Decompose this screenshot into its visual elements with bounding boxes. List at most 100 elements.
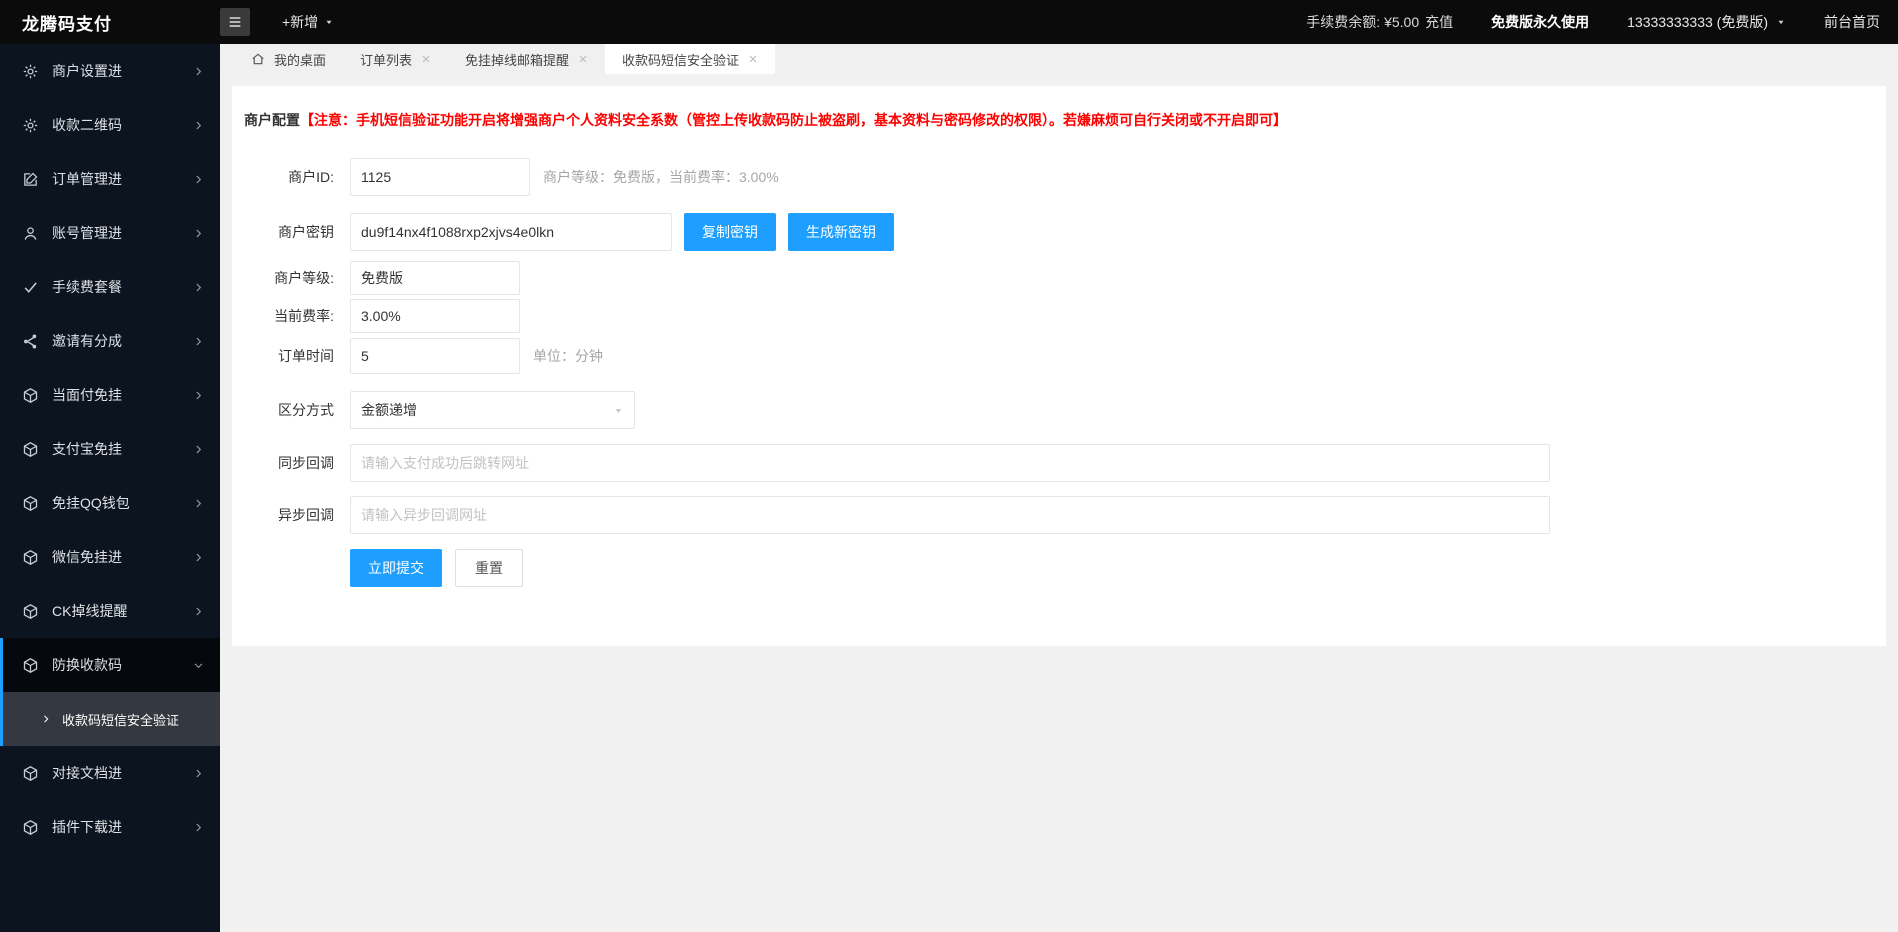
merchant-id-label: 商户ID: (288, 169, 334, 185)
merchant-key-label: 商户密钥 (278, 224, 334, 240)
distinguish-mode-value: 金额递增 (361, 402, 417, 418)
sidebar-item-1[interactable]: 收款二维码 (0, 98, 220, 152)
sidebar-item-9[interactable]: 微信免挂进 (0, 530, 220, 584)
gear-icon (22, 63, 39, 80)
tab-2[interactable]: 免挂掉线邮箱提醒 (448, 44, 605, 74)
sidebar-item-0[interactable]: 商户设置进 (0, 44, 220, 98)
sidebar-item-label: 账号管理进 (52, 225, 122, 241)
tab-0[interactable]: 我的桌面 (234, 44, 343, 74)
sidebar-item-label: 当面付免挂 (52, 387, 122, 403)
chevron-right-icon (193, 822, 204, 833)
sidebar-item-13[interactable]: 插件下载进 (0, 800, 220, 854)
main-content: 商户配置【注意：手机短信验证功能开启将增强商户个人资料安全系数（管控上传收款码防… (220, 74, 1898, 932)
distinguish-mode-select[interactable]: 金额递增 (350, 391, 635, 429)
sidebar-item-5[interactable]: 邀请有分成 (0, 314, 220, 368)
plan-badge[interactable]: 免费版永久使用 (1491, 12, 1589, 32)
sidebar-subitem-label: 收款码短信安全验证 (62, 712, 180, 728)
sidebar-item-7[interactable]: 支付宝免挂 (0, 422, 220, 476)
merchant-level-label: 商户等级: (274, 270, 334, 286)
cube-icon (22, 495, 39, 512)
recharge-link[interactable]: 充值 (1425, 12, 1453, 32)
sidebar-item-label: 商户设置进 (52, 63, 122, 79)
user-icon (22, 225, 39, 242)
sidebar-item-label: 插件下载进 (52, 819, 122, 835)
sync-callback-row: 同步回调 (232, 444, 1886, 482)
topbar-right: 手续费余额: ¥5.00 充值 免费版永久使用 13333333333 (免费版… (1306, 12, 1898, 32)
merchant-key-input[interactable] (350, 213, 672, 251)
app-logo: 龙腾码支付 (22, 14, 112, 34)
sidebar-item-8[interactable]: 免挂QQ钱包 (0, 476, 220, 530)
sidebar-item-6[interactable]: 当面付免挂 (0, 368, 220, 422)
sidebar-item-10[interactable]: CK掉线提醒 (0, 584, 220, 638)
add-new-dropdown[interactable]: +新增 (282, 12, 334, 32)
chevron-right-icon (193, 444, 204, 455)
order-time-label: 订单时间 (278, 348, 334, 364)
sidebar-item-label: 防换收款码 (52, 657, 122, 673)
async-callback-label: 异步回调 (278, 507, 334, 523)
select-caret-icon (613, 405, 624, 416)
distinguish-mode-row: 区分方式 金额递增 (232, 391, 1886, 429)
cube-icon (22, 819, 39, 836)
notice-warning: 【注意：手机短信验证功能开启将增强商户个人资料安全系数（管控上传收款码防止被盗刷… (300, 112, 1287, 128)
home-icon (251, 52, 265, 66)
edit-icon (22, 171, 39, 188)
tab-label: 收款码短信安全验证 (622, 52, 740, 68)
sidebar-subitem[interactable]: 收款码短信安全验证 (0, 692, 220, 746)
form-card: 商户配置【注意：手机短信验证功能开启将增强商户个人资料安全系数（管控上传收款码防… (232, 86, 1886, 646)
chevron-right-icon (193, 336, 204, 347)
caret-down-icon (324, 17, 334, 27)
reset-button[interactable]: 重置 (455, 549, 523, 587)
chevron-right-icon (193, 768, 204, 779)
chevron-right-icon (193, 282, 204, 293)
sidebar-item-label: 邀请有分成 (52, 333, 122, 349)
submit-button[interactable]: 立即提交 (350, 549, 442, 587)
close-icon[interactable] (421, 54, 431, 64)
sidebar-menu: 商户设置进 收款二维码 订单管理进 账号管理进 手续费套餐 邀请有分成 当面付免… (0, 44, 220, 854)
share-icon (22, 333, 39, 350)
sidebar-item-11[interactable]: 防换收款码 (0, 638, 220, 692)
sidebar-item-2[interactable]: 订单管理进 (0, 152, 220, 206)
sidebar-item-label: 收款二维码 (52, 117, 122, 133)
close-icon[interactable] (748, 54, 758, 64)
chevron-right-icon (193, 552, 204, 563)
close-icon[interactable] (578, 54, 588, 64)
chevron-right-icon (193, 606, 204, 617)
order-time-input[interactable] (350, 338, 520, 374)
merchant-id-row: 商户ID: 商户等级：免费版，当前费率：3.00% (232, 158, 1886, 196)
sidebar-item-4[interactable]: 手续费套餐 (0, 260, 220, 314)
sync-callback-label: 同步回调 (278, 455, 334, 471)
tab-3[interactable]: 收款码短信安全验证 (605, 44, 776, 74)
sidebar-item-3[interactable]: 账号管理进 (0, 206, 220, 260)
sidebar-item-12[interactable]: 对接文档进 (0, 746, 220, 800)
current-rate-row: 当前费率: (232, 299, 1886, 333)
merchant-id-input[interactable] (350, 158, 530, 196)
order-time-row: 订单时间 单位：分钟 (232, 338, 1886, 374)
menu-icon (227, 14, 243, 30)
gear-icon (22, 117, 39, 134)
tab-label: 订单列表 (360, 52, 413, 68)
check-icon (22, 279, 39, 296)
account-dropdown[interactable]: 13333333333 (免费版) (1627, 12, 1786, 32)
sidebar-item-label: 微信免挂进 (52, 549, 122, 565)
fee-balance-label: 手续费余额: ¥5.00 (1306, 14, 1420, 30)
order-time-unit: 单位：分钟 (533, 348, 603, 364)
front-home-link[interactable]: 前台首页 (1824, 12, 1880, 32)
generate-key-button[interactable]: 生成新密钥 (788, 213, 894, 251)
current-rate-label: 当前费率: (274, 308, 334, 324)
caret-down-icon (1776, 17, 1786, 27)
add-new-label: +新增 (282, 14, 319, 30)
chevron-right-icon (193, 174, 204, 185)
tab-1[interactable]: 订单列表 (343, 44, 448, 74)
menu-toggle-button[interactable] (220, 8, 250, 36)
tab-label: 我的桌面 (274, 52, 327, 68)
copy-key-button[interactable]: 复制密钥 (684, 213, 776, 251)
sync-callback-input[interactable] (350, 444, 1550, 482)
cube-icon (22, 441, 39, 458)
fee-balance: 手续费余额: ¥5.00 充值 (1306, 12, 1453, 32)
merchant-level-input[interactable] (350, 261, 520, 295)
chevron-right-icon (193, 228, 204, 239)
current-rate-input[interactable] (350, 299, 520, 333)
account-label: 13333333333 (免费版) (1627, 14, 1768, 30)
async-callback-input[interactable] (350, 496, 1550, 534)
cube-icon (22, 657, 39, 674)
